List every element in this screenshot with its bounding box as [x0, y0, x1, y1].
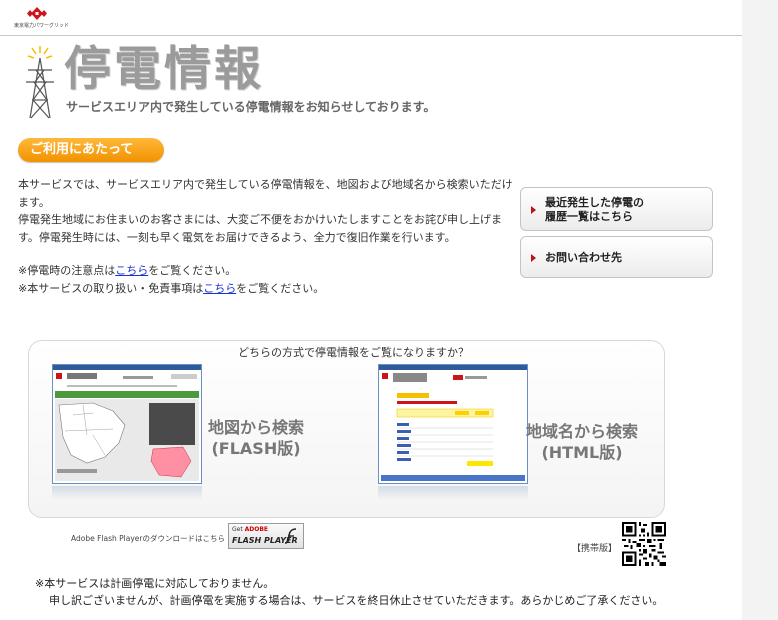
contact-button[interactable]: お問い合わせ先 — [520, 236, 713, 278]
search-method-question: どちらの方式で停電情報をご覧になりますか？ — [238, 346, 469, 359]
get-flash-player-button[interactable]: Get ADOBE FLASH PLAYER — [228, 523, 304, 549]
company-name: 東京電力パワーグリッド — [14, 23, 70, 29]
intro-paragraph: 本サービスでは、サービスエリア内で発生している停電情報を、地図および地域名から検… — [18, 178, 513, 244]
flash-logo-icon — [284, 528, 297, 544]
planned-outage-apology: 申し訳ございませんが、計画停電を実施する場合は、サービスを終日休止させていただき… — [49, 594, 664, 607]
note-precautions: ※停電時の注意点はこちらをご覧ください。 — [18, 262, 514, 280]
outage-history-button[interactable]: 最近発生した停電の 履歴一覧はこちら — [520, 187, 713, 231]
page-subtitle: サービスエリア内で発生している停電情報をお知らせしております。 — [66, 100, 436, 114]
arrow-right-icon — [531, 254, 536, 262]
note-precautions-text: ※停電時の注意点は — [18, 264, 116, 277]
qr-code-icon[interactable] — [622, 522, 666, 566]
outage-history-label: 最近発生した停電の 履歴一覧はこちら — [545, 196, 644, 223]
area-preview-image — [379, 365, 527, 483]
tepco-logo-icon — [27, 7, 47, 20]
contact-label: お問い合わせ先 — [545, 251, 622, 264]
flash-download-text: Adobe Flash Playerのダウンロードはこちら — [71, 534, 225, 543]
note-disclaimer-text: ※本サービスの取り扱い・免責事項は — [18, 281, 204, 295]
notes: ※停電時の注意点はこちらをご覧ください。 ※本サービスの取り扱い・免責事項はこち… — [18, 262, 514, 297]
power-tower-icon — [26, 46, 54, 119]
map-search-option[interactable]: 地図から検索 (FLASH版) — [204, 417, 308, 459]
page-title: 停電情報 — [64, 42, 264, 97]
map-thumbnail-reflection — [52, 486, 202, 500]
flash-badge-get-text: Get — [232, 526, 243, 533]
note-disclaimer-suffix: をご覧ください。 — [236, 281, 325, 295]
arrow-right-icon — [531, 206, 536, 214]
note-disclaimer: ※本サービスの取り扱い・免責事項はこちらをご覧ください。 — [18, 280, 514, 298]
map-search-thumbnail[interactable] — [52, 364, 202, 484]
header-divider — [0, 35, 742, 36]
flash-badge-get: Get ADOBE — [232, 526, 268, 533]
page-edge — [742, 0, 778, 620]
usage-section-badge: ご利用にあたって — [18, 138, 164, 162]
area-search-option[interactable]: 地域名から検索 (HTML版) — [526, 421, 638, 463]
map-preview-image — [53, 365, 201, 483]
mobile-version-link[interactable]: 【携帯版】 — [572, 541, 617, 554]
planned-outage-notice: ※本サービスは計画停電に対応しておりません。 — [35, 577, 275, 590]
precautions-link[interactable]: こちら — [115, 264, 148, 277]
flash-badge-adobe-text: ADOBE — [244, 526, 269, 533]
area-thumbnail-reflection — [378, 486, 528, 500]
disclaimer-link[interactable]: こちら — [203, 282, 236, 295]
area-search-thumbnail[interactable] — [378, 364, 528, 484]
note-precautions-suffix: をご覧ください。 — [148, 264, 237, 277]
intro-text: 本サービスでは、サービスエリア内で発生している停電情報を、地図および地域名から検… — [18, 176, 514, 246]
